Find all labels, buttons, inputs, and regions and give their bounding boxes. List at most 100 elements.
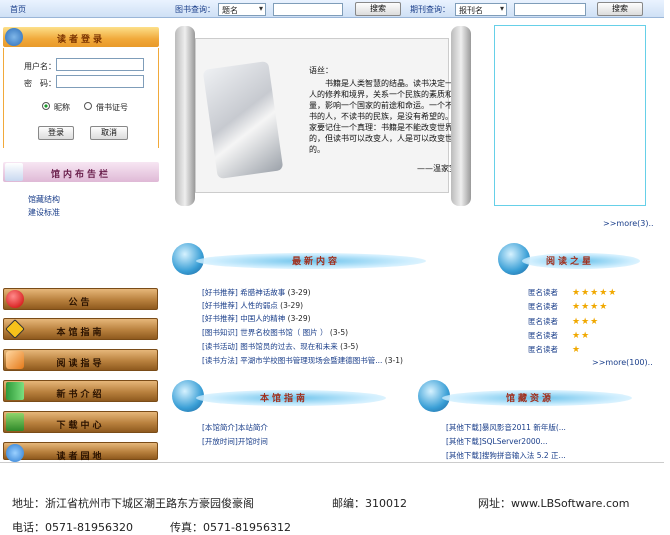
book-query-label: 图书查询： (175, 5, 215, 14)
star-reader-row[interactable]: 匿名读者 ★★ (528, 330, 590, 341)
item-tag: [其他下载] (446, 451, 482, 460)
item-tag: [好书推荐] (202, 288, 238, 297)
reader-name: 匿名读者 (528, 288, 558, 297)
resources-title: 馆藏资源 (506, 394, 555, 404)
journal-query-label: 期刊查询： (410, 5, 450, 14)
star-reader-row[interactable]: 匿名读者 ★★★★ (528, 301, 608, 312)
nav-reader-garden[interactable]: 读者园地 (3, 442, 158, 462)
journal-search-button[interactable]: 搜索 (597, 2, 643, 16)
footer-address: 地址：浙江省杭州市下城区潮王路东方豪园俊豪阁 (12, 497, 254, 510)
quote-text: 语丝： 书籍是人类智慧的结晶。读书决定一个人的修养和境界，关系一个民族的素质和力… (309, 65, 463, 174)
rating-stars: ★★★★ (572, 302, 609, 312)
star-reader-row[interactable]: 匿名读者 ★★★ (528, 316, 599, 327)
item-title: 图书馆员的过去、现在和未来 (240, 342, 338, 351)
home-link[interactable]: 首页 (10, 4, 26, 15)
footer-website: 网址：www.LBSoftware.com (478, 497, 630, 510)
item-title: 人性的弱点 (240, 301, 278, 310)
scroll-paper: 语丝： 书籍是人类智慧的结晶。读书决定一个人的修养和境界，关系一个民族的素质和力… (195, 38, 461, 193)
quote-body: 书籍是人类智慧的结晶。读书决定一个人的修养和境界，关系一个民族的素质和力量，影响… (309, 79, 461, 154)
login-title: 读者登录 (56, 35, 105, 45)
item-title: 本站简介 (237, 423, 268, 432)
footer-phone: 电话：0571-81956320 (12, 521, 133, 534)
list-item[interactable]: [读书活动] 图书馆员的过去、现在和未来 (3-5) (202, 341, 358, 352)
quote-scroll: 语丝： 书籍是人类智慧的结晶。读书决定一个人的修养和境界，关系一个民族的素质和力… (175, 26, 475, 206)
book-pages-image (202, 60, 284, 180)
item-tag: [读书活动] (202, 342, 238, 351)
list-item[interactable]: [读书方法] 平湖市学校图书管理现场会暨建德图书管... (3-1) (202, 355, 403, 366)
item-title: 开馆时间 (237, 437, 268, 446)
item-tag: [其他下载] (446, 437, 482, 446)
list-item[interactable]: [好书推荐] 希腊神话故事 (3-29) (202, 287, 311, 298)
more-link[interactable]: >>more(3).. (603, 219, 654, 228)
nav-guide[interactable]: 本馆指南 (3, 318, 158, 340)
rating-stars: ★★★ (572, 317, 600, 327)
nickname-radio[interactable] (42, 102, 50, 110)
book-field-select[interactable]: 题名 (218, 3, 266, 16)
book-field-value: 题名 (222, 6, 238, 15)
left-column: 读者登录 用户名： 密 码： 昵称 借书证号 登录 取消 馆内布告栏 馆藏结构 … (0, 22, 160, 462)
list-item[interactable]: [其他下载]暴风影音2011 新年版(... (446, 422, 566, 433)
stars-title: 阅读之星 (546, 257, 595, 267)
item-tag: [好书推荐] (202, 301, 238, 310)
guide-title: 本馆指南 (260, 394, 309, 404)
item-date: (3-29) (287, 314, 311, 323)
journal-field-value: 报刊名 (459, 6, 483, 15)
list-item[interactable]: [其他下载]搜狗拼音输入法 5.2 正... (446, 450, 566, 461)
top-search-bar: 首页 图书查询： 题名 搜索 期刊查询： 报刊名 搜索 (0, 0, 664, 18)
item-title: 希腊神话故事 (240, 288, 286, 297)
journal-search-input[interactable] (514, 3, 586, 16)
item-title: 搜狗拼音输入法 5.2 正... (481, 451, 566, 460)
star-reader-row[interactable]: 匿名读者 ★★★★★ (528, 287, 617, 298)
star-reader-row[interactable]: 匿名读者 ★ (528, 344, 581, 355)
newest-title: 最新内容 (292, 257, 341, 267)
reader-name: 匿名读者 (528, 345, 558, 354)
item-date: (3-29) (287, 288, 311, 297)
scroll-rod-left (175, 26, 195, 206)
rating-stars: ★ (572, 345, 582, 355)
book-search-button[interactable]: 搜索 (355, 2, 401, 16)
stars-header: 阅读之星 (498, 243, 648, 277)
list-item[interactable]: [本馆简介]本站简介 (202, 422, 268, 433)
right-blank-panel (494, 25, 646, 206)
guide-header: 本馆指南 (172, 380, 402, 414)
list-item[interactable]: [好书推荐] 人性的弱点 (3-29) (202, 300, 303, 311)
item-date: (3-5) (329, 328, 349, 337)
rating-stars: ★★★★★ (572, 288, 618, 298)
reader-name: 匿名读者 (528, 317, 558, 326)
stars-more-link[interactable]: >>more(100).. (592, 358, 653, 367)
nav-reading-guide[interactable]: 阅读指导 (3, 349, 158, 371)
card-number-radio-label: 借书证号 (96, 103, 128, 112)
card-number-radio[interactable] (84, 102, 92, 110)
nav-label: 本馆指南 (56, 328, 105, 338)
footer-divider (0, 462, 664, 463)
nav-announcement[interactable]: 公告 (3, 288, 158, 310)
item-date: (3-1) (384, 356, 403, 365)
resources-header: 馆藏资源 (418, 380, 648, 414)
nickname-radio-label: 昵称 (54, 103, 70, 112)
list-item[interactable]: [开放时间]开馆时间 (202, 436, 268, 447)
password-input[interactable] (56, 75, 144, 88)
login-button[interactable]: 登录 (38, 126, 74, 140)
reader-name: 匿名读者 (528, 331, 558, 340)
item-tag: [好书推荐] (202, 314, 238, 323)
username-input[interactable] (56, 58, 144, 71)
item-date: (3-29) (280, 301, 304, 310)
nav-new-books[interactable]: 新书介绍 (3, 380, 158, 402)
footer-zip: 邮编：310012 (332, 497, 407, 510)
rating-stars: ★★ (572, 331, 591, 341)
list-item[interactable]: [其他下载]SQLServer2000... (446, 436, 548, 447)
item-date: (3-5) (340, 342, 359, 351)
journal-field-select[interactable]: 报刊名 (455, 3, 507, 16)
book-search-input[interactable] (273, 3, 343, 16)
bulletin-link[interactable]: 馆藏结构 (28, 194, 60, 205)
bulletin-link[interactable]: 建设标准 (28, 207, 60, 218)
cancel-button[interactable]: 取消 (90, 126, 128, 140)
scroll-rod-right (451, 26, 471, 206)
quote-title: 语丝： (309, 66, 333, 75)
footer-fax: 传真：0571-81956312 (170, 521, 291, 534)
list-item[interactable]: [好书推荐] 中国人的精神 (3-29) (202, 313, 311, 324)
item-tag: [图书知识] (202, 328, 238, 337)
list-item[interactable]: [图书知识] 世界名校图书馆（ 图片 ） (3-5) (202, 327, 348, 338)
nav-download[interactable]: 下载中心 (3, 411, 158, 433)
item-title: 世界名校图书馆（ 图片 ） (240, 328, 328, 337)
